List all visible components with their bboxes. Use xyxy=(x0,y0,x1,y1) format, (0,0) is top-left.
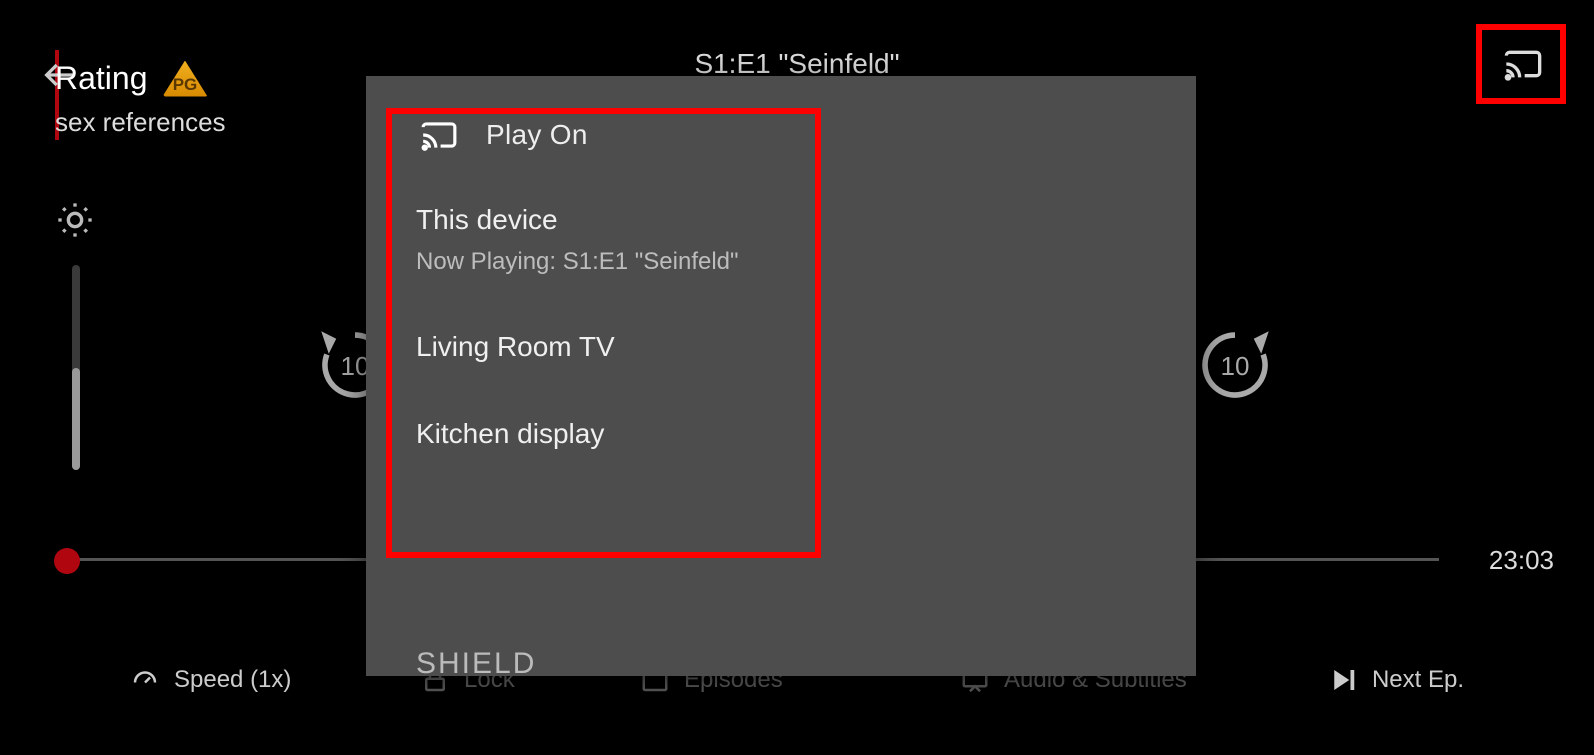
device-name: Kitchen display xyxy=(416,418,1146,450)
modal-title: Play On xyxy=(486,119,588,151)
seek-fwd-label: 10 xyxy=(1221,351,1250,382)
device-shield-partial[interactable]: SHIELD xyxy=(416,647,536,676)
device-name: This device xyxy=(416,204,1146,236)
speed-button[interactable]: Speed (1x) xyxy=(130,665,291,695)
rating-label: Rating xyxy=(55,60,148,97)
device-sub: Now Playing: S1:E1 "Seinfeld" xyxy=(416,248,1146,276)
device-kitchen-display[interactable]: Kitchen display xyxy=(416,418,1146,450)
brightness-fill xyxy=(72,368,80,471)
seek-forward-10-button[interactable]: 10 xyxy=(1190,320,1280,410)
next-episode-button[interactable]: Next Ep. xyxy=(1328,665,1464,695)
annotation-highlight-cast xyxy=(1476,24,1566,104)
rating-badge: PG xyxy=(163,61,208,97)
cast-icon xyxy=(416,116,462,154)
device-name: Living Room TV xyxy=(416,331,1146,363)
next-label: Next Ep. xyxy=(1372,666,1464,694)
rating-subtext: sex references xyxy=(55,107,226,138)
time-remaining: 23:03 xyxy=(1489,545,1554,576)
brightness-icon xyxy=(55,200,95,240)
cast-device-picker-modal: Play On This device Now Playing: S1:E1 "… xyxy=(366,76,1196,676)
device-living-room-tv[interactable]: Living Room TV xyxy=(416,331,1146,363)
progress-thumb[interactable] xyxy=(54,548,80,574)
speed-label: Speed (1x) xyxy=(174,666,291,694)
device-this-device[interactable]: This device Now Playing: S1:E1 "Seinfeld… xyxy=(416,204,1146,276)
brightness-slider[interactable] xyxy=(72,265,80,470)
rating-overlay: Rating PG sex references xyxy=(55,60,226,138)
